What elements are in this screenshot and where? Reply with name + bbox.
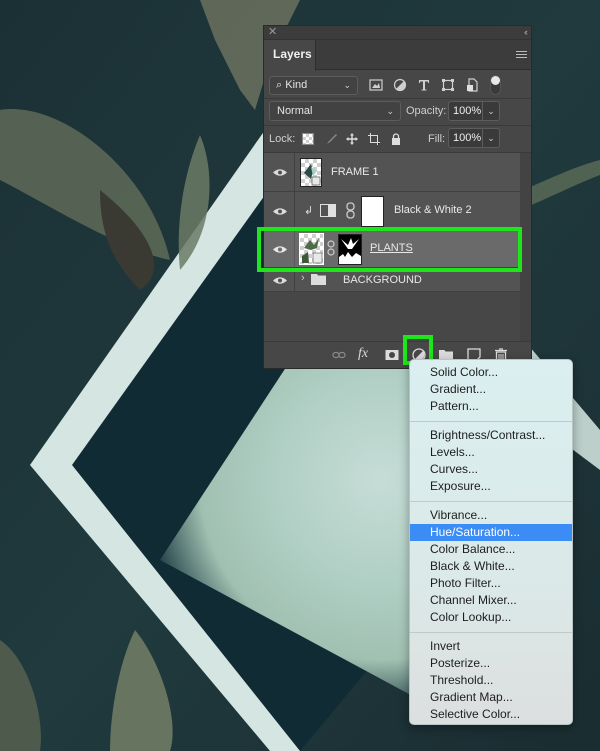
opacity-value: 100% (453, 105, 482, 117)
eye-icon[interactable] (273, 207, 287, 216)
layer-row-plants[interactable]: PLANTS (264, 230, 521, 268)
panel-title-bar[interactable]: ✕ ‹‹ (264, 26, 531, 40)
chevron-right-icon[interactable]: › (301, 272, 305, 284)
tab-layers[interactable]: Layers (264, 40, 316, 71)
layer-filter-row: ⌕ Kind ⌄ (264, 70, 531, 99)
eye-icon[interactable] (273, 276, 287, 285)
double-chevron-left-icon[interactable]: ‹‹ (524, 26, 528, 39)
opacity-input[interactable]: 100% ⌄ (448, 101, 500, 121)
fx-icon[interactable]: fx (358, 346, 368, 362)
layer-row-background-group[interactable]: › BACKGROUND (264, 268, 521, 292)
chain-link-icon[interactable] (346, 202, 355, 219)
folder-icon (311, 274, 326, 285)
layer-thumbnail (300, 158, 322, 187)
menu-item-solid-color[interactable]: Solid Color... (410, 364, 572, 381)
menu-item-gradient-map[interactable]: Gradient Map... (410, 689, 572, 706)
fill-input[interactable]: 100% ⌄ (448, 128, 500, 148)
chevron-down-icon[interactable]: ⌄ (482, 129, 499, 147)
layer-mask-thumbnail[interactable] (338, 234, 362, 265)
lock-label: Lock: (269, 133, 296, 145)
layer-name[interactable]: Black & White 2 (394, 204, 472, 216)
menu-item-brightness-contrast[interactable]: Brightness/Contrast... (410, 427, 572, 444)
menu-item-channel-mixer[interactable]: Channel Mixer... (410, 592, 572, 609)
layer-mask-thumbnail[interactable] (361, 196, 384, 227)
menu-item-curves[interactable]: Curves... (410, 461, 572, 478)
lock-position-icon[interactable] (346, 133, 358, 145)
layer-row-black-white-2[interactable]: ↲ Black & White 2 (264, 192, 521, 230)
eye-icon[interactable] (273, 168, 287, 177)
eye-icon[interactable] (273, 245, 287, 254)
lock-row: Lock: Fill: 100% ⌄ (264, 126, 531, 153)
close-icon[interactable]: ✕ (268, 26, 277, 39)
menu-item-threshold[interactable]: Threshold... (410, 672, 572, 689)
menu-item-levels[interactable]: Levels... (410, 444, 572, 461)
hamburger-menu-icon[interactable] (516, 51, 527, 59)
new-adjustment-layer-menu: Solid Color... Gradient... Pattern... Brigh… (409, 359, 573, 725)
menu-separator (410, 421, 572, 422)
opacity-label: Opacity: (406, 105, 447, 117)
menu-separator (410, 501, 572, 502)
chevron-down-icon: ⌄ (386, 106, 394, 116)
menu-item-exposure[interactable]: Exposure... (410, 478, 572, 495)
search-icon: ⌕ (276, 79, 283, 91)
lock-artboard-icon[interactable] (368, 133, 380, 145)
chain-link-icon[interactable] (327, 240, 335, 256)
menu-item-color-balance[interactable]: Color Balance... (410, 541, 572, 558)
fill-label: Fill: (428, 133, 446, 145)
menu-item-selective-color[interactable]: Selective Color... (410, 706, 572, 723)
link-layers-icon[interactable] (332, 348, 346, 362)
black-white-adjustment-icon (320, 204, 336, 217)
type-filter-icon[interactable] (417, 78, 431, 92)
layers-scrollbar[interactable] (520, 153, 531, 348)
filter-kind-select[interactable]: ⌕ Kind ⌄ (269, 76, 358, 95)
layer-name[interactable]: PLANTS (370, 242, 413, 254)
menu-item-color-lookup[interactable]: Color Lookup... (410, 609, 572, 626)
lock-all-icon[interactable] (390, 133, 402, 145)
panel-tab-bar: Layers (264, 40, 531, 71)
filter-toggle[interactable] (490, 75, 501, 95)
lock-image-pixels-icon[interactable] (326, 133, 338, 145)
layers-panel: ✕ ‹‹ Layers ⌕ Kind ⌄ Normal ⌄ Opacity: 1… (263, 25, 532, 369)
blend-mode-value: Normal (277, 105, 313, 117)
adjustment-filter-icon[interactable] (393, 78, 407, 92)
image-filter-icon[interactable] (369, 78, 383, 92)
blend-mode-select[interactable]: Normal ⌄ (269, 101, 401, 121)
menu-item-invert[interactable]: Invert (410, 638, 572, 655)
shape-filter-icon[interactable] (441, 78, 455, 92)
layer-row-frame-1[interactable]: FRAME 1 (264, 153, 521, 192)
menu-item-gradient[interactable]: Gradient... (410, 381, 572, 398)
layers-list: FRAME 1 ↲ Black & White 2 PLANTS › BACKG… (264, 153, 531, 348)
smart-object-filter-icon[interactable] (465, 78, 479, 92)
clipping-arrow-icon: ↲ (304, 205, 314, 217)
fill-value: 100% (453, 132, 482, 144)
menu-item-vibrance[interactable]: Vibrance... (410, 507, 572, 524)
menu-item-black-white[interactable]: Black & White... (410, 558, 572, 575)
menu-item-hue-saturation[interactable]: Hue/Saturation... (410, 524, 572, 541)
menu-item-posterize[interactable]: Posterize... (410, 655, 572, 672)
menu-item-pattern[interactable]: Pattern... (410, 398, 572, 415)
menu-separator (410, 632, 572, 633)
chevron-down-icon: ⌄ (343, 80, 351, 90)
add-mask-icon[interactable] (385, 348, 399, 362)
blend-row: Normal ⌄ Opacity: 100% ⌄ (264, 99, 531, 126)
lock-transparent-pixels-icon[interactable] (302, 133, 314, 145)
layer-name[interactable]: BACKGROUND (343, 274, 422, 286)
menu-item-photo-filter[interactable]: Photo Filter... (410, 575, 572, 592)
layer-thumbnail[interactable] (299, 233, 324, 265)
layer-name[interactable]: FRAME 1 (331, 166, 379, 178)
filter-kind-label: Kind (285, 79, 308, 91)
chevron-down-icon[interactable]: ⌄ (482, 102, 499, 120)
